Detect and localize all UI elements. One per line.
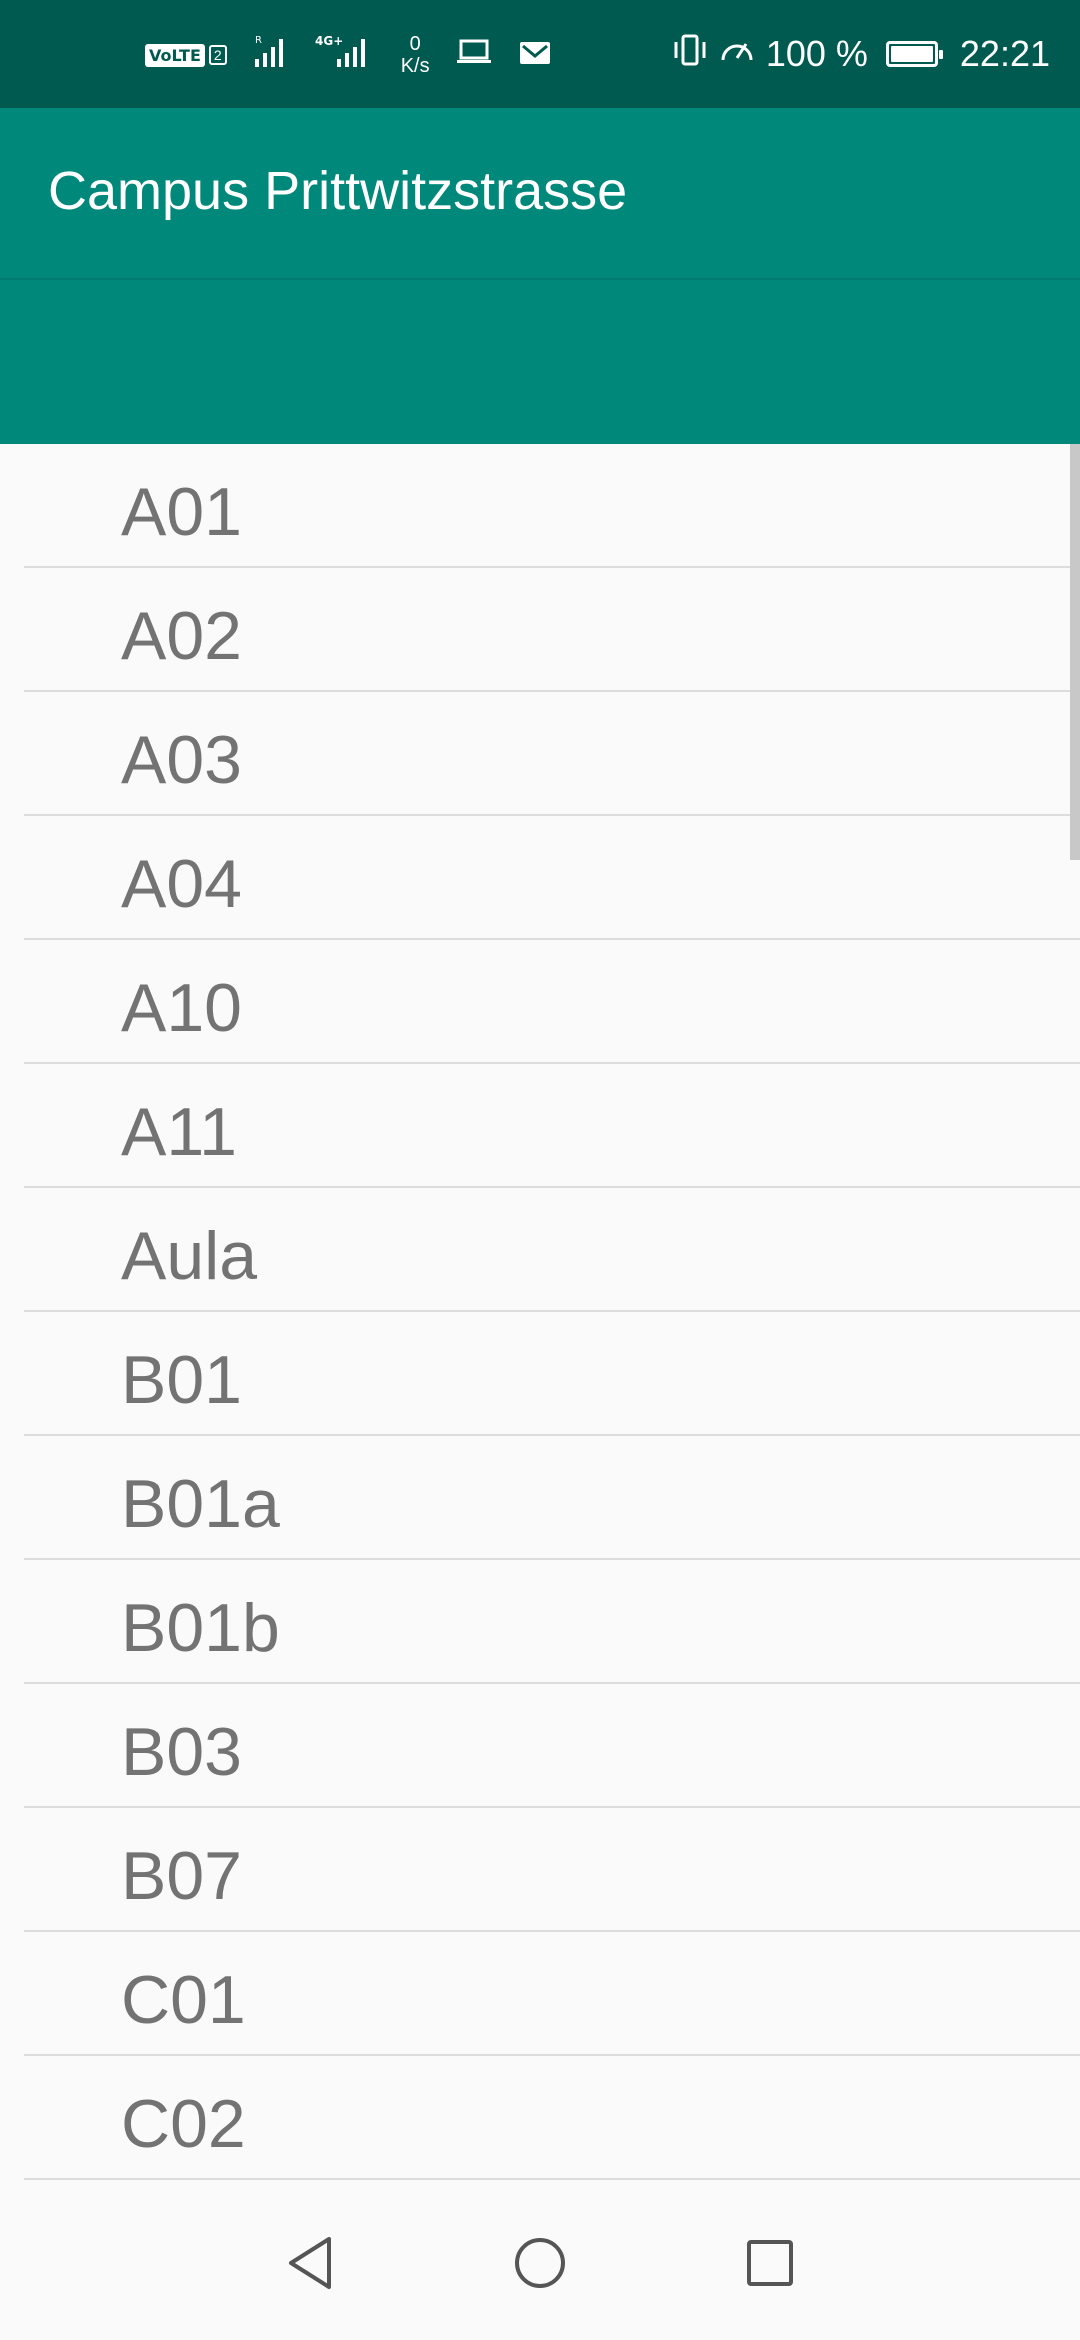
list-item-label: A11	[121, 1094, 237, 1170]
battery-icon	[885, 41, 943, 67]
list-item-label: Aula	[121, 1218, 258, 1294]
svg-text:R: R	[255, 35, 262, 46]
list-item[interactable]: C02	[24, 2056, 1080, 2180]
recents-icon	[747, 2240, 793, 2286]
list-item[interactable]: B01	[24, 1312, 1080, 1436]
list-item-label: B07	[121, 1838, 242, 1914]
list-item[interactable]: A01	[24, 444, 1080, 568]
list-item-label: A03	[121, 722, 242, 798]
clock: 22:21	[959, 33, 1050, 74]
app-bar: Campus Prittwitzstrasse	[0, 108, 1080, 280]
list-item[interactable]: B01b	[24, 1560, 1080, 1684]
list-item[interactable]: A03	[24, 692, 1080, 816]
net-speed: 0 K/s	[401, 33, 430, 77]
list-item[interactable]: A10	[24, 940, 1080, 1064]
battery-fill	[890, 46, 933, 62]
room-list[interactable]: A01 A02 A03 A04 A10 A11 Aula B01 B01a B01b B03 B07 C…	[0, 444, 1080, 2184]
status-bar: VoLTE 2 R 4G+ 0 K/s 100 % 22:21	[0, 0, 1080, 108]
back-button[interactable]	[275, 2228, 345, 2298]
status-bar-left: VoLTE 2 R 4G+ 0 K/s	[145, 30, 552, 80]
signal-icon: R	[253, 33, 289, 78]
back-icon	[289, 2237, 331, 2289]
list-item-label: B01	[121, 1342, 242, 1418]
list-item-label: A04	[121, 846, 242, 922]
list-item-label: A02	[121, 598, 242, 674]
list-item[interactable]: A04	[24, 816, 1080, 940]
list-item-label: B01b	[121, 1590, 280, 1666]
list-item-label: B03	[121, 1714, 242, 1790]
list-item[interactable]: A11	[24, 1064, 1080, 1188]
list-item-label: C02	[121, 2086, 246, 2162]
list-item-label: A10	[121, 970, 242, 1046]
status-bar-right: 100 % 22:21	[672, 32, 1050, 76]
signal-4g-icon: 4G+	[315, 33, 375, 78]
net-speed-value: 0	[409, 33, 421, 55]
list-item-label: C01	[121, 1962, 246, 2038]
page-title: Campus Prittwitzstrasse	[48, 161, 628, 221]
navigation-bar	[0, 2184, 1080, 2340]
list-item[interactable]: C01	[24, 1932, 1080, 2056]
volte-label: VoLTE	[145, 43, 205, 67]
recents-button[interactable]	[735, 2228, 805, 2298]
mail-icon	[518, 34, 552, 76]
volte-icon: VoLTE 2	[145, 43, 227, 67]
svg-text:4G+: 4G+	[315, 34, 343, 48]
sim-label: 2	[208, 45, 227, 65]
list-item[interactable]: B01a	[24, 1436, 1080, 1560]
scrollbar[interactable]	[1070, 444, 1080, 860]
net-speed-unit: K/s	[400, 55, 430, 77]
list-item[interactable]: Aula	[24, 1188, 1080, 1312]
vibrate-icon	[672, 32, 708, 77]
list-item-label: A01	[121, 474, 242, 550]
list-item-label: B01a	[121, 1466, 280, 1542]
laptop-icon	[456, 34, 492, 76]
list-item[interactable]: B07	[24, 1808, 1080, 1932]
home-icon	[515, 2238, 565, 2288]
list-item[interactable]: A02	[24, 568, 1080, 692]
list-item[interactable]: B03	[24, 1684, 1080, 1808]
app-bar-extension	[0, 280, 1080, 444]
speedometer-icon	[718, 32, 756, 77]
home-button[interactable]	[505, 2228, 575, 2298]
battery-percent: 100 %	[765, 33, 868, 74]
